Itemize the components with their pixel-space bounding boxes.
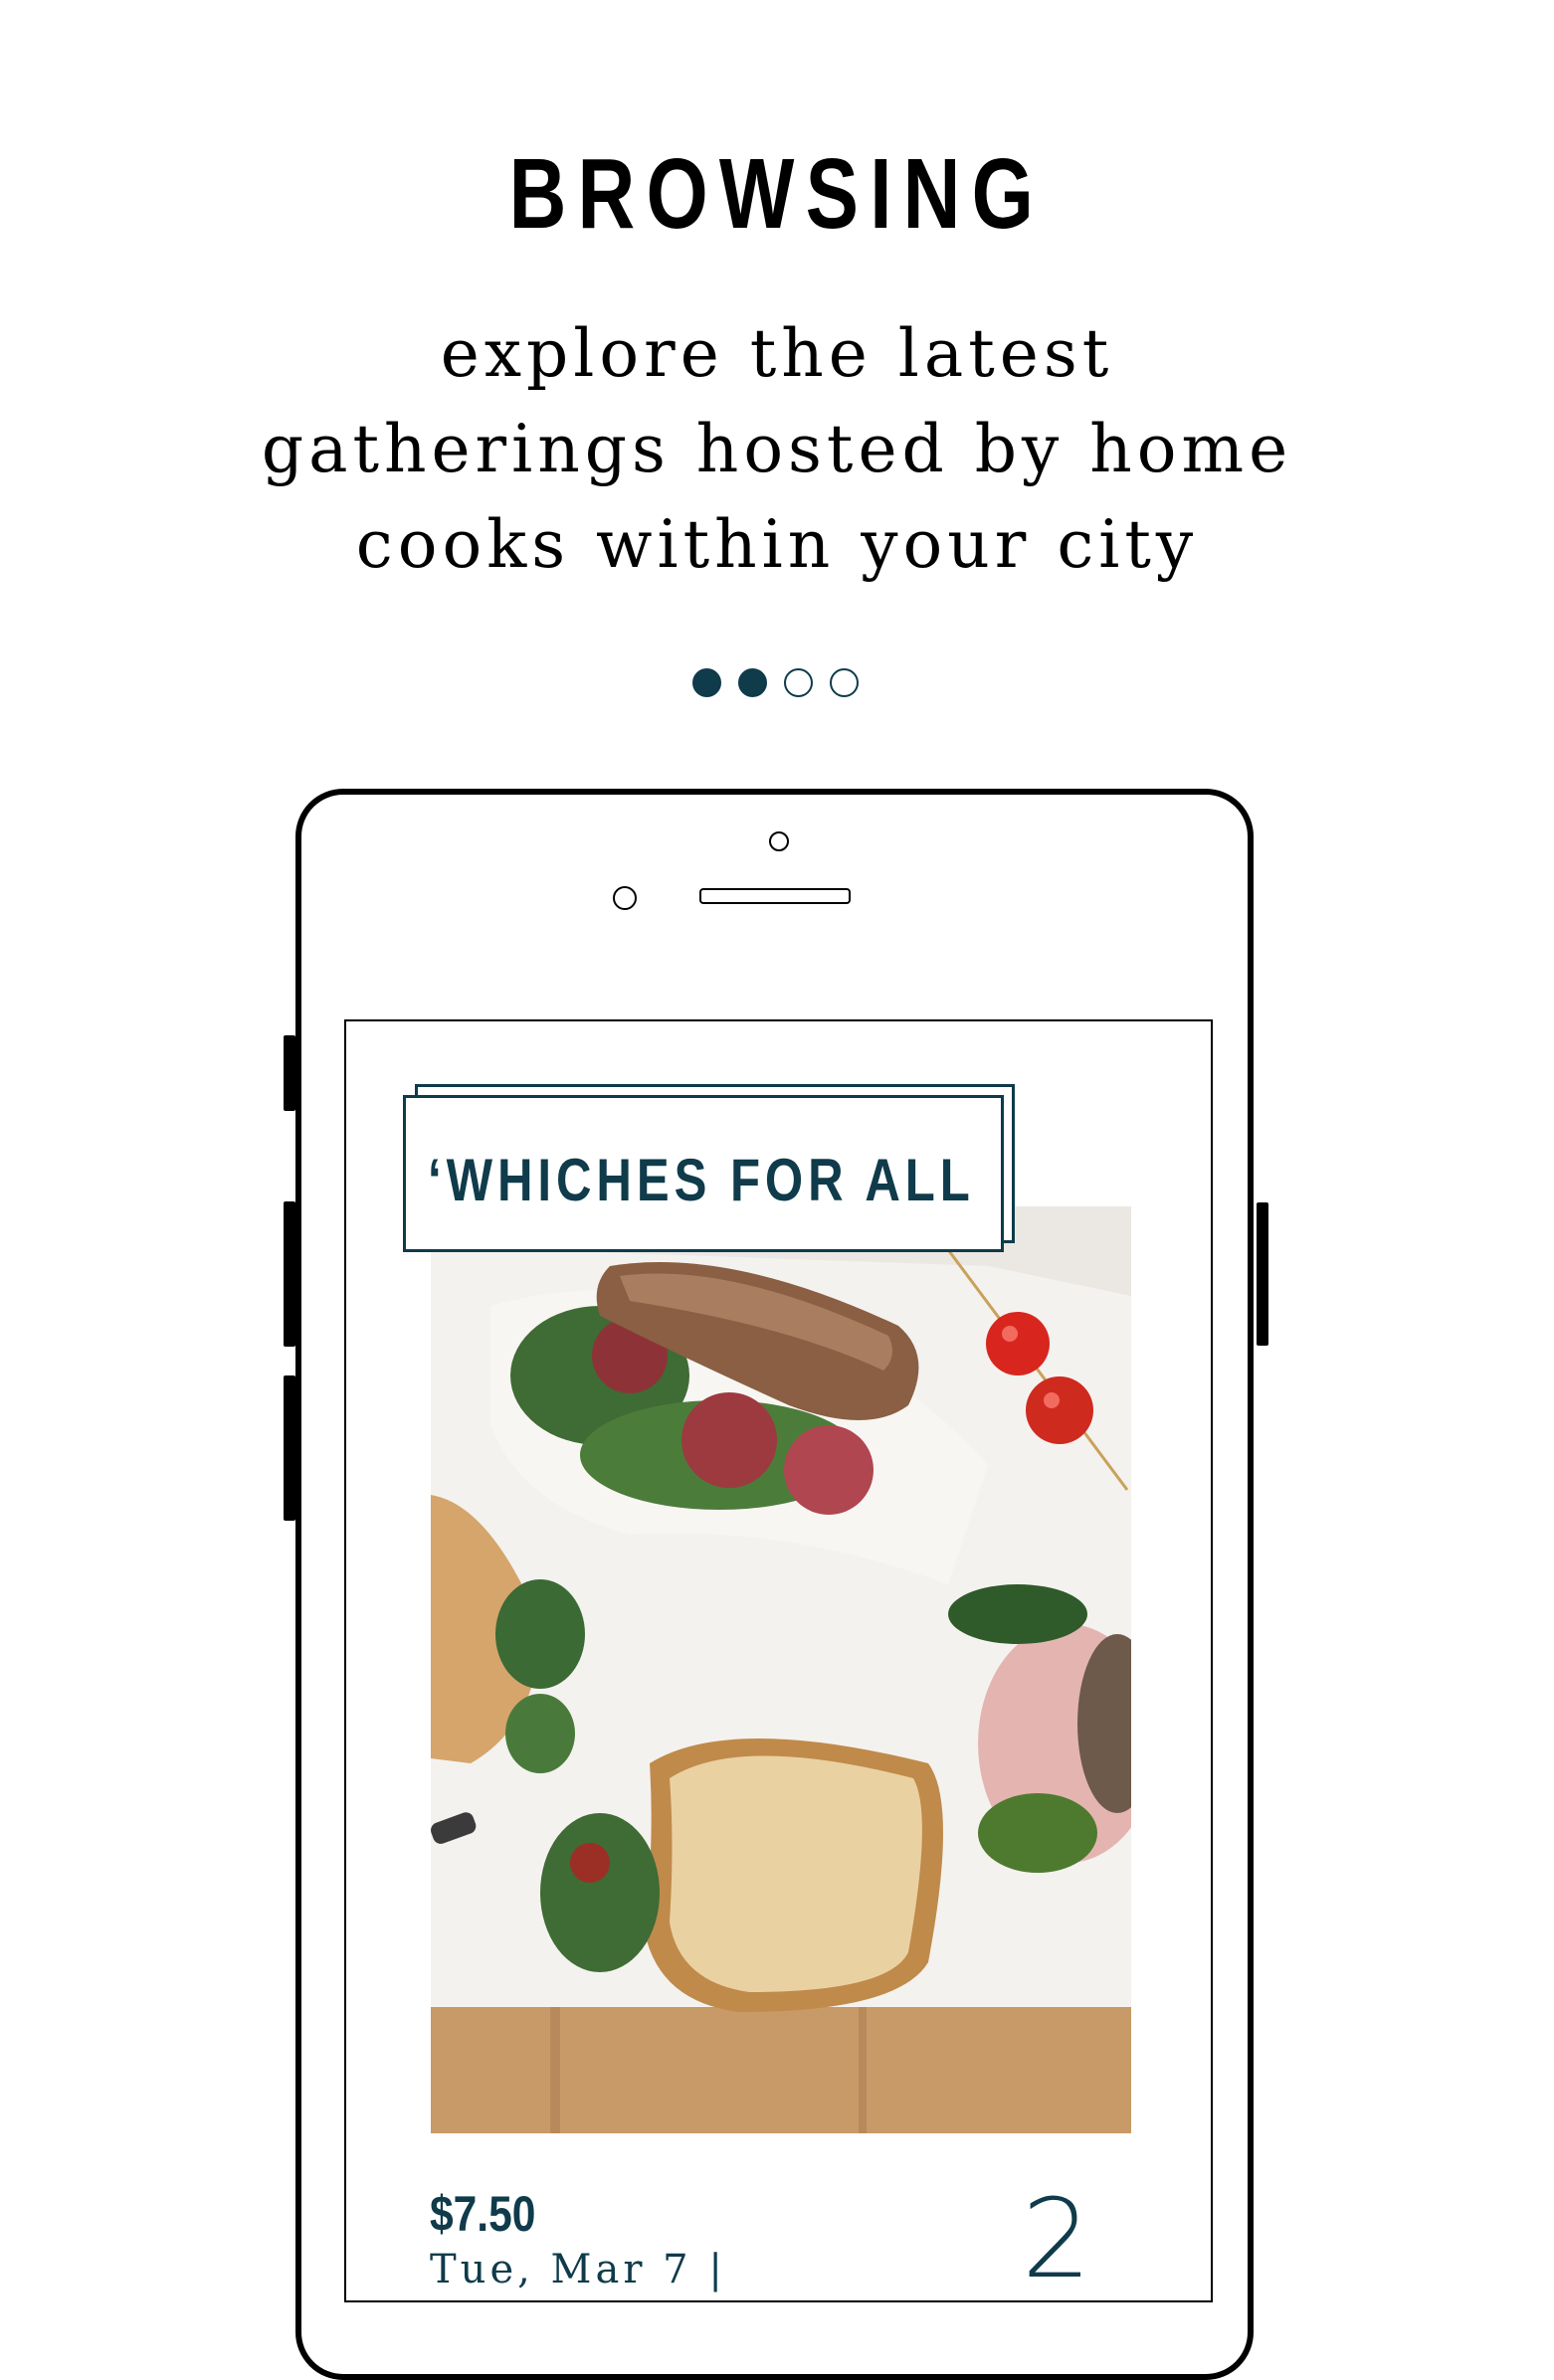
- page-subtitle: explore the latest gatherings hosted by …: [261, 315, 1293, 583]
- gathering-title: ‘WHICHES FOR ALL: [428, 1147, 975, 1213]
- gathering-price: $7.50: [430, 2186, 536, 2242]
- pager-dot-1[interactable]: [692, 668, 721, 697]
- phone-mute-switch: [284, 1035, 295, 1111]
- sandwich-photo[interactable]: [431, 1206, 1131, 2133]
- pager-dot-2[interactable]: [738, 668, 767, 697]
- pager-dot-4[interactable]: [830, 668, 859, 697]
- phone-sensor-icon: [613, 886, 637, 910]
- pager-dot-3[interactable]: [784, 668, 813, 697]
- phone-speaker: [699, 888, 851, 904]
- onboarding-pager: [692, 668, 859, 701]
- phone-volume-up-button: [284, 1201, 295, 1347]
- gathering-date: Tue, Mar 7 |: [430, 2247, 726, 2292]
- phone-volume-down-button: [284, 1375, 295, 1521]
- phone-power-button: [1257, 1202, 1268, 1346]
- seats-count: 2: [1022, 2175, 1091, 2302]
- phone-camera-icon: [769, 831, 789, 851]
- sandwich-illustration: [431, 1206, 1131, 2133]
- page-title: BROWSING: [508, 138, 1046, 250]
